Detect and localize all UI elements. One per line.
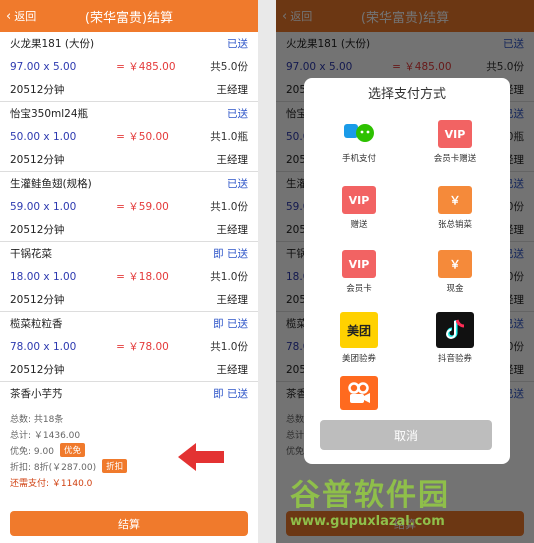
item-qty: 50.00 x 1.00 bbox=[10, 130, 77, 143]
list-item[interactable]: 火龙果181 (大份) 已送 97.00 x 5.00 = ￥485.00 共5.0份… bbox=[0, 32, 258, 102]
item-total: = ￥18.00 bbox=[116, 271, 169, 283]
watermark: 谷普软件园 www.gupuxlazal.com bbox=[290, 470, 530, 529]
vip-icon: VIP bbox=[438, 120, 472, 148]
checkout-screen-with-dialog: ‹ 返回 (荣华富贵)结算 火龙果181 (大份)已送 97.00 x 5.00… bbox=[276, 0, 534, 543]
vip-icon: VIP bbox=[342, 250, 376, 278]
payment-method-dialog: 选择支付方式 手机支付 VIP 会员卡赠送 VIP 赠送 ￥ 张总销菜 VIP … bbox=[304, 78, 510, 464]
item-status[interactable]: 即 已送 bbox=[213, 316, 248, 331]
payment-gift[interactable]: VIP 赠送 bbox=[314, 186, 404, 230]
item-count: 共1.0瓶 bbox=[210, 131, 248, 143]
item-status[interactable]: 已送 bbox=[227, 36, 248, 51]
payment-label: 美团验券 bbox=[341, 354, 376, 364]
dialog-title: 选择支付方式 bbox=[367, 87, 446, 102]
total-count: 总数: 共18条 bbox=[10, 414, 64, 425]
payment-label: 抖音验券 bbox=[437, 354, 472, 364]
chevron-left-icon: ‹ bbox=[6, 8, 12, 24]
back-label: 返回 bbox=[14, 10, 37, 23]
list-item[interactable]: 干锅花菜 即 已送 18.00 x 1.00 = ￥18.00 共1.0份 20512… bbox=[0, 242, 258, 312]
list-item[interactable]: 生灌鲑鱼翅(规格) 已送 59.00 x 1.00 = ￥59.00 共1.0份 20… bbox=[0, 172, 258, 242]
item-manager: 王经理 bbox=[216, 364, 249, 376]
item-status[interactable]: 已送 bbox=[227, 176, 248, 191]
payment-meituan[interactable]: 美团 美团验券 bbox=[314, 312, 404, 364]
douyin-icon bbox=[436, 312, 474, 348]
watermark-url: www.gupuxlazal.com bbox=[290, 514, 445, 529]
checkout-button[interactable]: 结算 bbox=[10, 511, 248, 536]
yen-icon: ￥ bbox=[438, 250, 472, 278]
item-duration: 20512分钟 bbox=[10, 154, 65, 166]
arrow-left-icon bbox=[178, 443, 224, 471]
payment-cash[interactable]: ￥ 现金 bbox=[410, 250, 500, 294]
back-button[interactable]: ‹ 返回 bbox=[0, 8, 36, 24]
item-qty: 18.00 x 1.00 bbox=[10, 270, 77, 283]
item-duration: 20512分钟 bbox=[10, 84, 65, 96]
screenshot-divider bbox=[258, 0, 276, 543]
item-manager: 王经理 bbox=[216, 84, 249, 96]
mobile-pay-icon bbox=[342, 120, 376, 148]
payment-mobile[interactable]: 手机支付 bbox=[314, 120, 404, 164]
item-manager: 王经理 bbox=[216, 224, 249, 236]
payment-vip-gift[interactable]: VIP 会员卡赠送 bbox=[410, 120, 500, 164]
payment-kuaishou[interactable] bbox=[314, 376, 404, 414]
item-name: 干锅花菜 bbox=[10, 248, 52, 260]
item-name: 榄菜粒粒香 bbox=[10, 318, 63, 330]
item-total: = ￥78.00 bbox=[116, 341, 169, 353]
cancel-button[interactable]: 取消 bbox=[320, 420, 492, 450]
item-name: 茶香小芋艿 bbox=[10, 388, 63, 400]
payment-label: 现金 bbox=[446, 284, 464, 294]
item-status[interactable]: 即 已送 bbox=[213, 246, 248, 261]
payment-label: 赠送 bbox=[350, 220, 368, 230]
item-qty: 78.00 x 1.00 bbox=[10, 340, 77, 353]
payment-manager-writeoff[interactable]: ￥ 张总销菜 bbox=[410, 186, 500, 230]
top-bar: ‹ 返回 (荣华富贵)结算 bbox=[0, 0, 258, 32]
discount-button[interactable]: 优免 bbox=[59, 443, 85, 457]
item-manager: 王经理 bbox=[216, 154, 249, 166]
vip-icon: VIP bbox=[342, 186, 376, 214]
watermark-text: 谷普软件园 bbox=[290, 478, 450, 513]
item-duration: 20512分钟 bbox=[10, 294, 65, 306]
payment-label: 张总销菜 bbox=[437, 220, 472, 230]
payment-member-card[interactable]: VIP 会员卡 bbox=[314, 250, 404, 294]
item-status[interactable]: 已送 bbox=[227, 106, 248, 121]
checkout-screen: ‹ 返回 (荣华富贵)结算 火龙果181 (大份) 已送 97.00 x 5.00… bbox=[0, 0, 258, 543]
item-name: 怡宝350ml24瓶 bbox=[10, 108, 89, 120]
page-title: (荣华富贵)结算 bbox=[84, 10, 174, 26]
list-item[interactable]: 榄菜粒粒香 即 已送 78.00 x 1.00 = ￥78.00 共1.0份 2051… bbox=[0, 312, 258, 382]
item-count: 共1.0份 bbox=[210, 271, 248, 283]
payable-amount: 还需支付: ￥1140.0 bbox=[10, 478, 93, 489]
item-duration: 20512分钟 bbox=[10, 364, 65, 376]
list-item[interactable]: 怡宝350ml24瓶 已送 50.00 x 1.00 = ￥50.00 共1.0瓶 2… bbox=[0, 102, 258, 172]
item-total: = ￥50.00 bbox=[116, 131, 169, 143]
item-name: 火龙果181 (大份) bbox=[10, 38, 95, 50]
item-count: 共1.0份 bbox=[210, 201, 248, 213]
item-count: 共1.0份 bbox=[210, 341, 248, 353]
order-list[interactable]: 火龙果181 (大份) 已送 97.00 x 5.00 = ￥485.00 共5.0份… bbox=[0, 32, 258, 408]
payment-label: 会员卡 bbox=[346, 284, 372, 294]
payment-label: 会员卡赠送 bbox=[433, 154, 477, 164]
item-duration: 20512分钟 bbox=[10, 224, 65, 236]
item-total: = ￥485.00 bbox=[116, 61, 176, 73]
list-item[interactable]: 茶香小芋艿 即 已送 bbox=[0, 382, 258, 408]
item-manager: 王经理 bbox=[216, 294, 249, 306]
item-total: = ￥59.00 bbox=[116, 201, 169, 213]
item-name: 生灌鲑鱼翅(规格) bbox=[10, 178, 92, 190]
payment-label: 手机支付 bbox=[341, 154, 376, 164]
item-count: 共5.0份 bbox=[210, 61, 248, 73]
item-qty: 59.00 x 1.00 bbox=[10, 200, 77, 213]
yen-icon: ￥ bbox=[438, 186, 472, 214]
rebate-button[interactable]: 折扣 bbox=[102, 459, 128, 473]
item-qty: 97.00 x 5.00 bbox=[10, 60, 77, 73]
meituan-icon: 美团 bbox=[340, 312, 378, 348]
payment-douyin[interactable]: 抖音验券 bbox=[410, 312, 500, 364]
item-status[interactable]: 即 已送 bbox=[213, 386, 248, 401]
kuaishou-icon bbox=[340, 376, 378, 410]
